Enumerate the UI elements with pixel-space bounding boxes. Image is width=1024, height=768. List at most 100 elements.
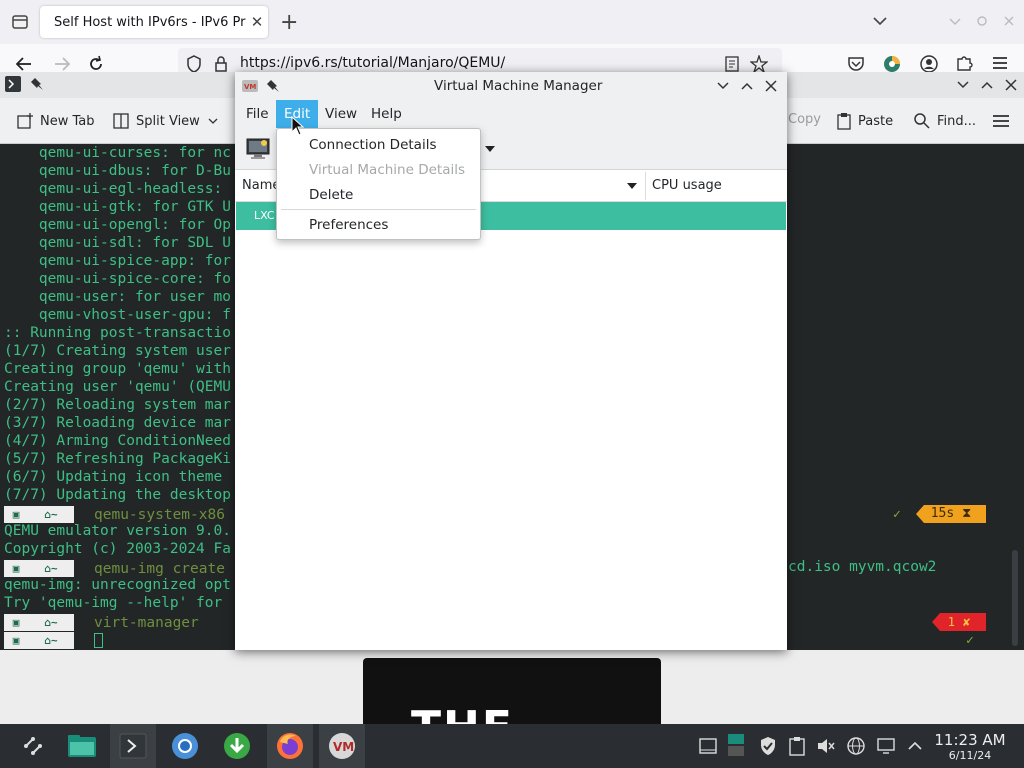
status-check-icon: ✓ — [893, 507, 901, 522]
paste-label: Paste — [858, 113, 894, 129]
new-tab-plus-icon[interactable]: + — [280, 10, 298, 35]
shield-check-icon[interactable] — [758, 736, 778, 756]
taskbar-konsole[interactable] — [110, 724, 156, 768]
taskbar-virt-manager[interactable]: VM — [319, 724, 365, 768]
shield-icon[interactable] — [186, 55, 202, 73]
menu-item-delete[interactable]: Delete — [309, 187, 353, 203]
sort-dropdown-icon[interactable] — [626, 181, 638, 191]
menu-file[interactable]: File — [238, 100, 277, 128]
taskbar-chromium[interactable] — [162, 724, 208, 768]
new-vm-button[interactable] — [246, 138, 270, 160]
menu-item-preferences[interactable]: Preferences — [309, 217, 388, 233]
app-launcher-button[interactable] — [10, 724, 56, 768]
close-tab-icon[interactable]: ✕ — [246, 13, 268, 31]
terminal-line: :: Running post-transactio — [4, 325, 231, 341]
konsole-app-icon — [5, 76, 21, 92]
hamburger-menu-icon[interactable] — [992, 114, 1010, 128]
column-cpu-header[interactable]: CPU usage — [652, 178, 722, 193]
browser-menu-icon[interactable] — [991, 56, 1009, 70]
terminal-line: QEMU emulator version 9.0. — [4, 523, 231, 539]
copy-button[interactable]: Copy — [788, 112, 821, 127]
find-button[interactable]: Find... — [913, 112, 976, 130]
vmm-maximize-icon[interactable] — [740, 79, 754, 93]
terminal-line: Try 'qemu-img --help' for — [4, 595, 231, 611]
mouse-pointer-icon — [291, 116, 305, 136]
status-duration: 15s — [930, 506, 955, 521]
folder-icon — [68, 735, 96, 757]
tab-list-icon[interactable] — [10, 12, 30, 32]
terminal-scrollbar[interactable] — [1012, 550, 1018, 646]
taskbar-files[interactable] — [59, 724, 105, 768]
tray-expand-chevron-icon[interactable] — [905, 736, 925, 756]
pin-icon[interactable] — [30, 77, 44, 91]
forward-arrow-icon[interactable] — [52, 54, 72, 74]
terminal-line: (2/7) Reloading system mar — [4, 397, 231, 413]
pocket-icon[interactable] — [847, 55, 865, 73]
back-arrow-icon[interactable] — [14, 54, 34, 74]
reader-view-icon[interactable] — [724, 56, 740, 72]
chromium-icon — [172, 733, 198, 759]
browser-tab-active[interactable]: Self Host with IPv6rs - IPv6 Pr ✕ — [40, 6, 268, 38]
status-error-code: 1 — [947, 615, 955, 629]
display-icon[interactable] — [876, 736, 896, 756]
clock-time[interactable]: 11:23 AM — [932, 731, 1008, 749]
firefox-icon — [277, 733, 303, 759]
clock-date[interactable]: 6/11/24 — [932, 749, 1008, 762]
terminal-line: Copyright (c) 2003-2024 Fa — [4, 541, 231, 557]
video-caption: THE ONLY — [411, 702, 661, 724]
prompt-line: ▣ ⌂ ~ qemu-img create — [4, 560, 225, 577]
column-name-header[interactable]: Name — [242, 178, 280, 193]
taskbar-firefox[interactable] — [267, 724, 313, 768]
terminal-cursor — [94, 633, 103, 648]
menu-view[interactable]: View — [317, 100, 365, 128]
terminal-line: qemu-img: unrecognized opt — [4, 577, 231, 593]
find-label: Find... — [937, 113, 977, 129]
terminal-line: qemu-ui-sdl: for SDL U — [4, 235, 231, 251]
status-duration-badge: 15s ⧗ — [916, 505, 986, 523]
menu-help[interactable]: Help — [363, 100, 410, 128]
konsole-minimize-icon[interactable] — [956, 78, 970, 92]
terminal-line: qemu-user: for user mo — [4, 289, 231, 305]
prompt-line: ▣ ⌂ ~ — [4, 632, 103, 649]
window-list-icon[interactable] — [698, 736, 718, 756]
browser-tab-title: Self Host with IPv6rs - IPv6 Pr — [54, 14, 246, 30]
browser-maximize-icon[interactable] — [975, 14, 989, 28]
pager-icon[interactable] — [726, 732, 746, 756]
terminal-line: (3/7) Reloading device mar — [4, 415, 231, 431]
vmm-close-icon[interactable] — [764, 79, 778, 93]
extension-color-icon[interactable] — [882, 54, 902, 74]
taskbar-downloader[interactable] — [214, 724, 260, 768]
lock-icon[interactable] — [214, 55, 228, 73]
paste-button[interactable]: Paste — [836, 112, 893, 130]
pin-icon[interactable] — [266, 79, 280, 93]
browser-close-icon[interactable] — [1002, 14, 1016, 28]
kde-launcher-icon — [24, 737, 42, 755]
terminal-line: qemu-ui-dbus: for D-Bu — [4, 163, 231, 179]
clipboard-icon[interactable] — [787, 736, 807, 756]
status-check-icon: ✓ — [966, 633, 974, 648]
konsole-maximize-icon[interactable] — [980, 78, 994, 92]
chevron-down-icon[interactable] — [484, 144, 496, 154]
menu-item-connection-details[interactable]: Connection Details — [309, 137, 436, 153]
extensions-puzzle-icon[interactable] — [955, 54, 973, 72]
video-thumbnail[interactable]: THE ONLY — [363, 658, 661, 724]
network-globe-icon[interactable] — [846, 736, 866, 756]
command-text: qemu-img create — [94, 560, 225, 577]
terminal-line: Creating user 'qemu' (QEMU — [4, 379, 231, 395]
edit-dropdown-menu: Connection Details Virtual Machine Detai… — [276, 128, 481, 240]
bookmark-star-icon[interactable] — [750, 55, 768, 73]
split-view-button[interactable]: Split View — [112, 112, 220, 130]
account-icon[interactable] — [920, 55, 938, 73]
error-x-icon: ✘ — [963, 615, 971, 629]
chevron-down-icon[interactable] — [872, 13, 888, 29]
new-tab-button[interactable]: New Tab — [16, 112, 95, 130]
konsole-close-icon[interactable] — [1004, 78, 1018, 92]
terminal-prompt-icon: ▣ — [4, 560, 28, 577]
split-view-label: Split View — [136, 113, 200, 129]
vmm-minimize-icon[interactable] — [716, 79, 730, 93]
reload-icon[interactable] — [86, 54, 106, 74]
hourglass-icon: ⧗ — [962, 506, 972, 521]
terminal-line: qemu-ui-opengl: for Op — [4, 217, 231, 233]
browser-minimize-icon[interactable] — [948, 14, 962, 28]
volume-muted-icon[interactable] — [816, 736, 836, 756]
